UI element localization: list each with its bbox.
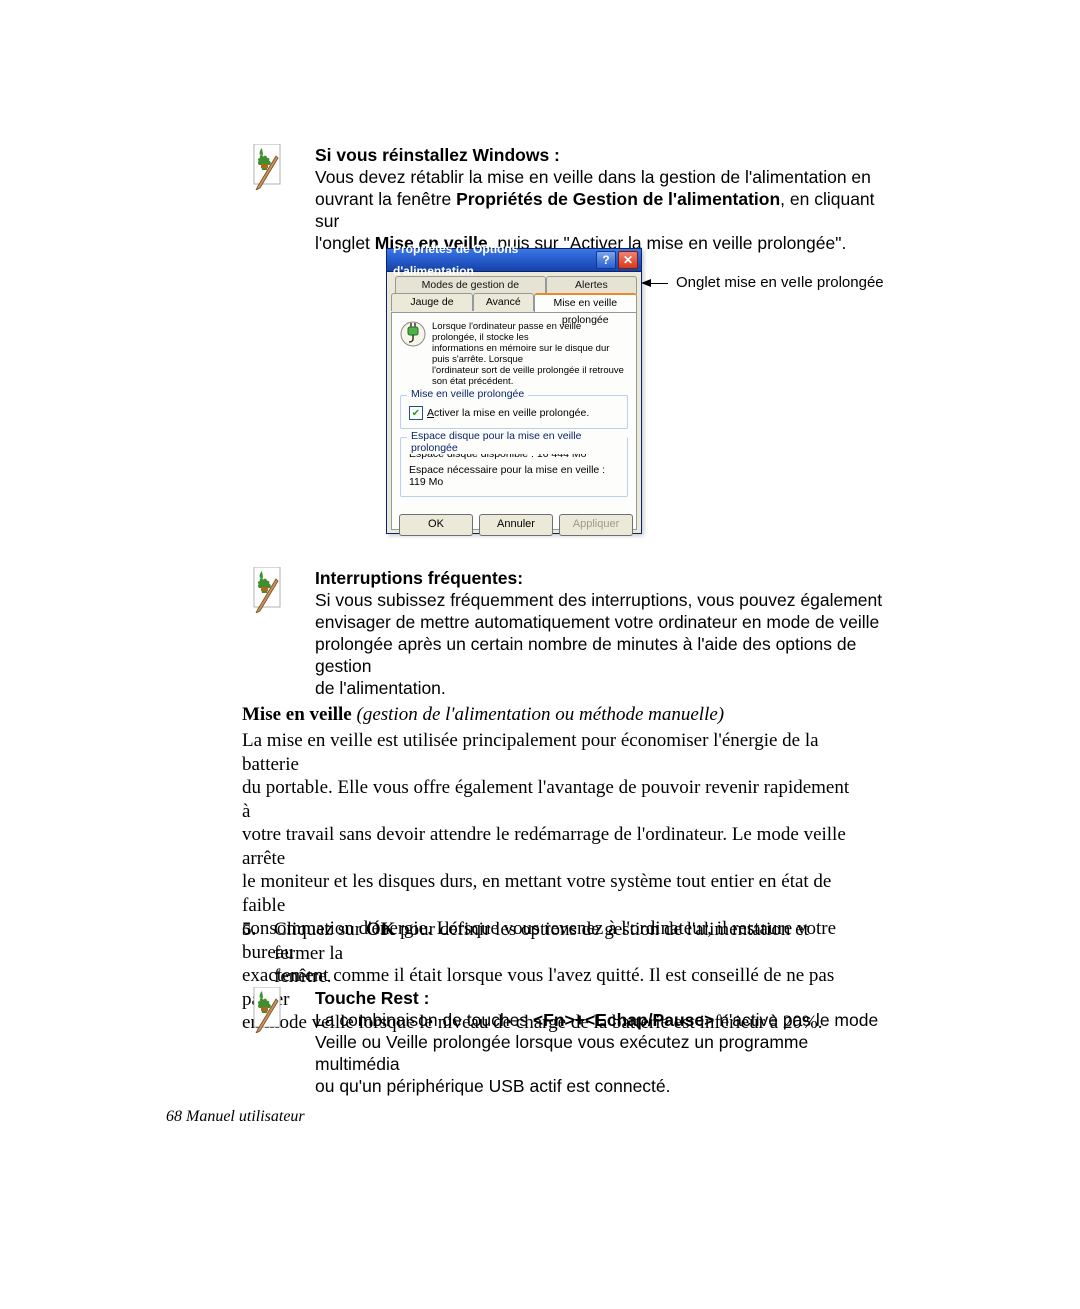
note-reinstall-windows: Si vous réinstallez Windows : Vous devez… — [248, 144, 848, 216]
tab-advanced[interactable]: Avancé — [473, 293, 534, 311]
tab-hibernate[interactable]: Mise en veille prolongée — [534, 293, 637, 312]
tab-battery-gauge[interactable]: Jauge de batterie — [391, 293, 473, 311]
section-heading-standby: Mise en veille (gestion de l'alimentatio… — [242, 704, 724, 726]
hibernate-description: Lorsque l'ordinateur passe en veille pro… — [400, 321, 628, 387]
callout-arrow-line — [651, 283, 668, 284]
cactus-pencil-icon — [248, 987, 288, 1033]
tab-power-schemes[interactable]: Modes de gestion de l'alimentation — [395, 276, 546, 294]
page-footer: 68 Manuel utilisateur — [166, 1108, 305, 1126]
callout-hibernate-tab: Onglet mise en veIle prolongée — [676, 274, 884, 291]
power-options-dialog: Propriétés de Options d'alimentation ? ✕… — [386, 248, 642, 534]
cactus-pencil-icon — [248, 567, 288, 613]
note-reinstall-heading: Si vous réinstallez Windows : — [315, 145, 560, 165]
cactus-pencil-icon — [248, 144, 288, 190]
ok-button[interactable]: OK — [399, 514, 473, 536]
dialog-button-row: OK Annuler Appliquer — [399, 514, 633, 536]
dialog-body: Modes de gestion de l'alimentation Alert… — [387, 272, 641, 542]
apply-button: Appliquer — [559, 514, 633, 536]
group-hibernate-legend: Mise en veille prolongée — [407, 388, 528, 400]
close-button[interactable]: ✕ — [618, 251, 638, 269]
group-disk-space-legend: Espace disque pour la mise en veille pro… — [407, 430, 627, 454]
dialog-titlebar: Propriétés de Options d'alimentation ? ✕ — [387, 249, 641, 272]
step-number: 5. — [242, 918, 256, 942]
page: Si vous réinstallez Windows : Vous devez… — [0, 0, 1080, 1309]
callout-arrow-head-icon — [641, 279, 651, 287]
tab-alerts[interactable]: Alertes — [546, 276, 637, 294]
group-hibernate-enable: Mise en veille prolongée ✔ Activer la mi… — [400, 395, 628, 429]
checkbox-enable-hibernate[interactable]: ✔ Activer la mise en veille prolongée. — [409, 406, 589, 420]
group-disk-space: Espace disque pour la mise en veille pro… — [400, 437, 628, 497]
tab-panel-hibernate: Lorsque l'ordinateur passe en veille pro… — [391, 312, 637, 530]
titlebar-buttons: ? ✕ — [596, 251, 641, 269]
note-interruptions-heading: Interruptions fréquentes: — [315, 568, 523, 588]
step-5: 5. Cliquez sur OK pour définir les optio… — [242, 918, 857, 989]
checkbox-icon: ✔ — [409, 406, 423, 420]
help-button[interactable]: ? — [596, 251, 616, 269]
power-plug-icon — [400, 321, 426, 347]
note-rest-heading: Touche Rest : — [315, 988, 429, 1008]
cancel-button[interactable]: Annuler — [479, 514, 553, 536]
disk-space-required: Espace nécessaire pour la mise en veille… — [409, 464, 619, 488]
